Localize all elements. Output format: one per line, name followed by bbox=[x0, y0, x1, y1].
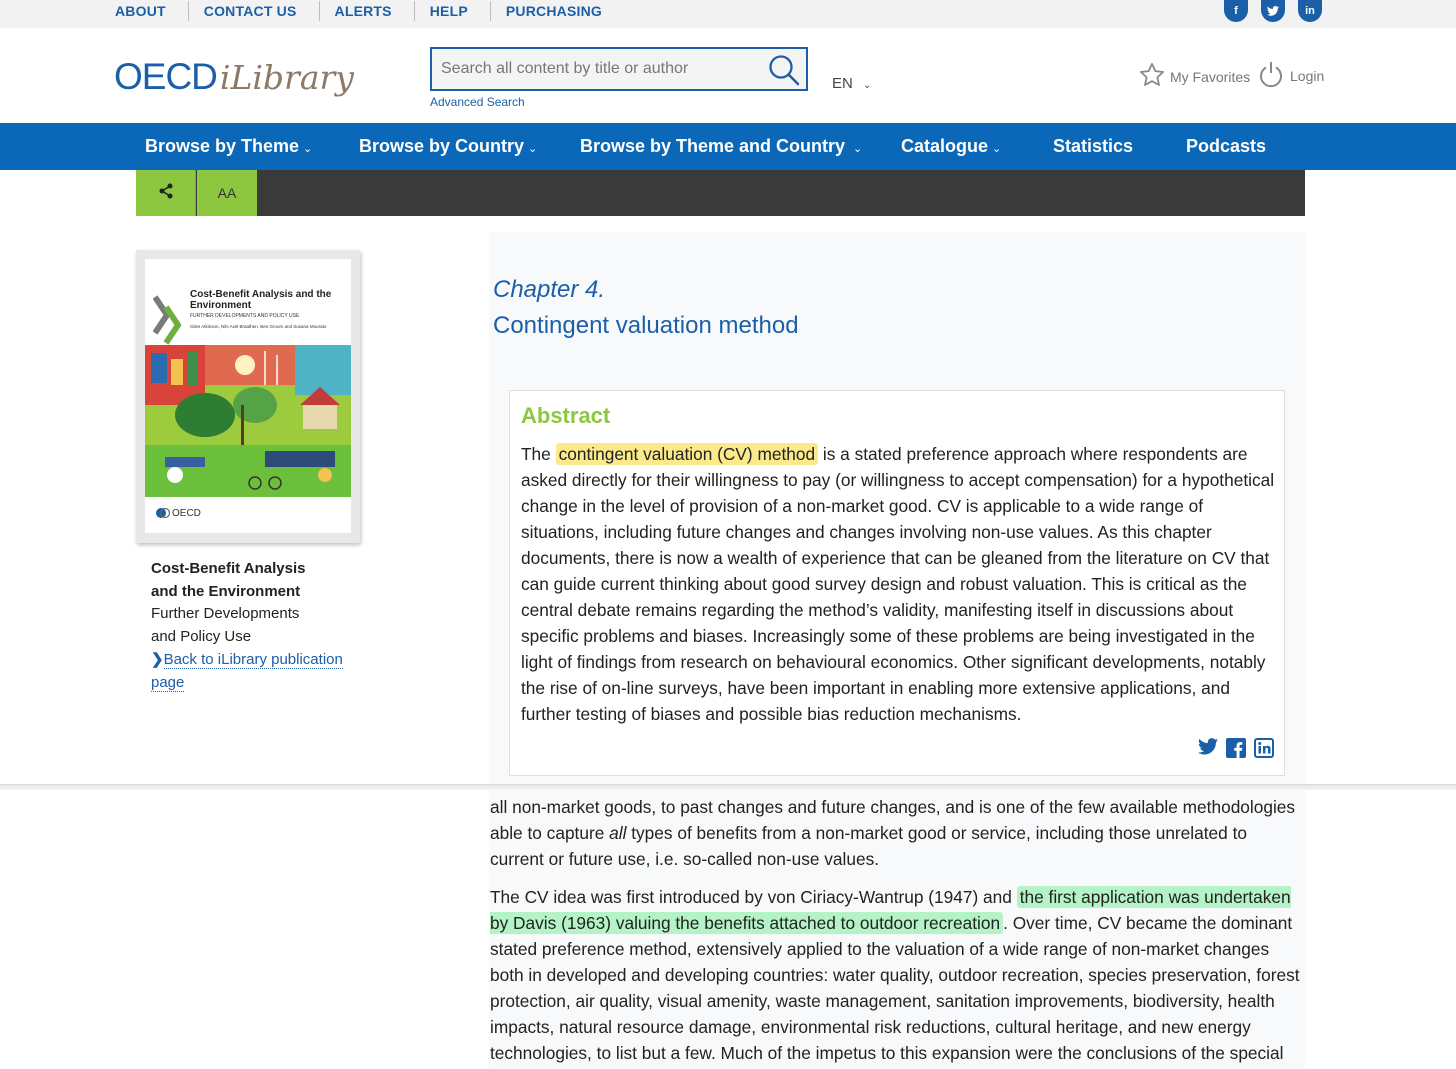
chevron-down-icon: ⌄ bbox=[853, 143, 863, 155]
twitter-icon[interactable] bbox=[1198, 738, 1218, 763]
about-link[interactable]: ABOUT bbox=[100, 1, 189, 21]
utility-links: ABOUT CONTACT US ALERTS HELP PURCHASING bbox=[100, 0, 624, 22]
help-link[interactable]: HELP bbox=[415, 1, 491, 21]
power-icon bbox=[1258, 60, 1284, 91]
abstract-share bbox=[1198, 738, 1274, 763]
book-subtitle-line2: and Policy Use bbox=[151, 628, 252, 646]
star-icon bbox=[1138, 61, 1166, 92]
oecd-chevron-mark bbox=[153, 295, 181, 345]
book-title-line1: Cost-Benefit Analysis bbox=[151, 560, 306, 577]
chevron-down-icon: ⌄ bbox=[992, 143, 1002, 155]
cover-page: Cost-Benefit Analysis and the Environmen… bbox=[145, 259, 351, 533]
chevron-right-icon: ❯ bbox=[151, 650, 164, 668]
linkedin-icon[interactable]: in bbox=[1298, 0, 1322, 22]
abstract-text: The contingent valuation (CV) method is … bbox=[521, 443, 1275, 724]
back-link-wrapper: ❯Back to iLibrary publication page bbox=[151, 649, 351, 694]
section-divider bbox=[0, 784, 1456, 790]
search-input[interactable] bbox=[432, 49, 752, 89]
cover-title: Cost-Benefit Analysis and the Environmen… bbox=[190, 289, 332, 311]
social-links: f in bbox=[1224, 0, 1322, 22]
my-favorites-button[interactable]: My Favorites bbox=[1138, 61, 1250, 92]
alerts-link[interactable]: ALERTS bbox=[320, 1, 415, 21]
login-button[interactable]: Login bbox=[1258, 60, 1324, 91]
abstract-box: Abstract The contingent valuation (CV) m… bbox=[509, 390, 1285, 776]
cover-authors: Giles Atkinson, Nils Axel Braathen, Ben … bbox=[190, 324, 327, 329]
main-navigation: Browse by Theme ⌄ Browse by Country ⌄ Brow… bbox=[0, 123, 1456, 170]
language-selector[interactable]: EN ⌄ bbox=[832, 75, 871, 92]
nav-statistics[interactable]: Statistics bbox=[1053, 123, 1133, 170]
facebook-icon[interactable] bbox=[1226, 738, 1246, 763]
highlight-yellow[interactable]: contingent valuation (CV) method bbox=[555, 443, 819, 465]
search-box bbox=[430, 47, 808, 91]
share-icon bbox=[158, 183, 174, 204]
chevron-down-icon: ⌄ bbox=[528, 143, 538, 155]
book-info: Cost-Benefit Analysis and the Environmen… bbox=[151, 558, 351, 694]
twitter-icon[interactable] bbox=[1261, 0, 1285, 22]
cover-subtitle: FURTHER DEVELOPMENTS AND POLICY USE bbox=[190, 313, 300, 319]
book-title-line2: and the Environment bbox=[151, 582, 301, 600]
nav-browse-by-theme[interactable]: Browse by Theme ⌄ bbox=[145, 123, 312, 170]
purchasing-link[interactable]: PURCHASING bbox=[491, 1, 624, 21]
favorites-label: My Favorites bbox=[1170, 68, 1251, 85]
facebook-icon[interactable]: f bbox=[1224, 0, 1248, 22]
text-size-button[interactable]: AA bbox=[197, 170, 257, 216]
linkedin-icon[interactable] bbox=[1254, 738, 1274, 763]
nav-browse-by-country[interactable]: Browse by Country ⌄ bbox=[359, 123, 537, 170]
body-paragraph-1: all non-market goods, to past changes an… bbox=[490, 797, 1296, 869]
reader-toolbar: AA bbox=[136, 170, 1305, 216]
contact-us-link[interactable]: CONTACT US bbox=[189, 1, 320, 21]
chevron-down-icon: ⌄ bbox=[863, 80, 872, 91]
text-size-label: AA bbox=[217, 185, 237, 201]
chevron-down-icon: ⌄ bbox=[303, 143, 313, 155]
share-button[interactable] bbox=[136, 170, 196, 216]
book-subtitle-line1: Further Developments bbox=[151, 605, 300, 623]
login-label: Login bbox=[1290, 67, 1325, 84]
search-icon[interactable] bbox=[768, 54, 800, 86]
cover-illustration bbox=[145, 345, 351, 497]
site-header: OECD iLibrary Advanced Search EN ⌄ My Fa… bbox=[0, 28, 1456, 123]
nav-catalogue[interactable]: Catalogue ⌄ bbox=[901, 123, 1001, 170]
utility-bar: ABOUT CONTACT US ALERTS HELP PURCHASING … bbox=[0, 0, 1456, 28]
chapter-label: Chapter 4. bbox=[493, 276, 606, 303]
oecd-ilibrary-logo[interactable]: OECD iLibrary bbox=[114, 56, 354, 102]
book-cover[interactable]: Cost-Benefit Analysis and the Environmen… bbox=[136, 250, 360, 543]
chapter-title: Contingent valuation method bbox=[493, 312, 799, 339]
nav-browse-by-theme-and-country[interactable]: Browse by Theme and Country ⌄ bbox=[580, 123, 862, 170]
abstract-heading: Abstract bbox=[521, 403, 611, 428]
nav-podcasts[interactable]: Podcasts bbox=[1186, 123, 1266, 170]
advanced-search-link[interactable]: Advanced Search bbox=[430, 95, 525, 109]
back-to-publication-link[interactable]: Back to iLibrary publication page bbox=[151, 650, 343, 692]
cover-oecd-logo: OECD bbox=[156, 507, 201, 519]
body-paragraph-2: The CV idea was first introduced by von … bbox=[490, 886, 1300, 1063]
language-label: EN bbox=[832, 75, 853, 92]
